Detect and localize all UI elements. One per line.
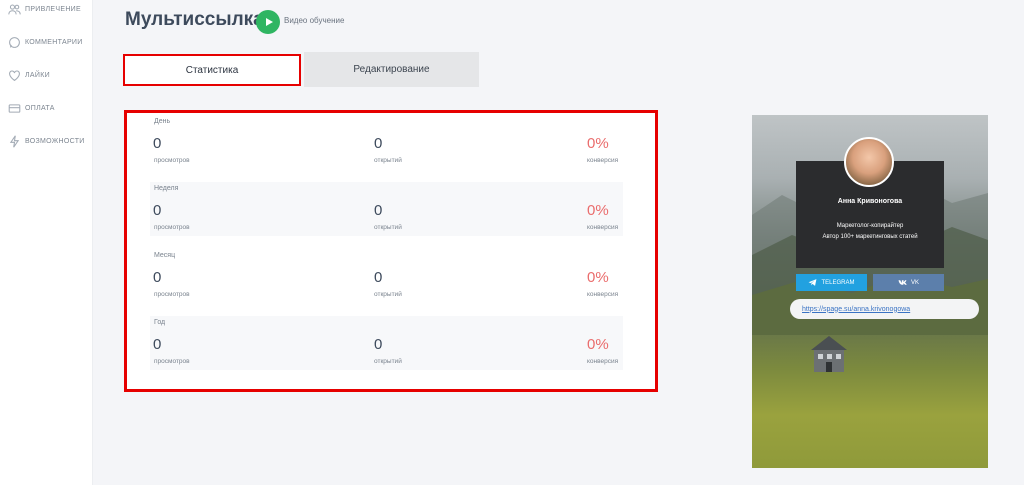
sidebar-item-attraction[interactable]: ПРИВЛЕЧЕНИЕ <box>7 1 81 17</box>
lightning-icon <box>7 134 21 148</box>
period-label: День <box>154 118 171 125</box>
sidebar-item-likes[interactable]: ЛАЙКИ <box>7 67 50 83</box>
views-label: просмотров <box>154 358 190 365</box>
opens-count: 0 <box>374 135 383 152</box>
opens-label: открытий <box>374 224 402 231</box>
views-label: просмотров <box>154 224 190 231</box>
tab-statistics[interactable]: Статистика <box>123 54 301 86</box>
opens-count: 0 <box>374 269 383 286</box>
opens-label: открытий <box>374 157 402 164</box>
profile-description: Автор 100+ маркетинговых статей <box>822 234 918 240</box>
stats-row-year: Год 0 просмотров 0 открытий 0% конверсия <box>150 316 623 370</box>
opens-count: 0 <box>374 202 383 219</box>
opens-label: открытий <box>374 358 402 365</box>
period-label: Неделя <box>154 185 179 192</box>
sidebar-item-label: КОММЕНТАРИИ <box>25 38 83 46</box>
profile-link[interactable]: https://spage.su/anna.krivonogowa <box>790 299 979 319</box>
play-icon <box>265 18 273 26</box>
sidebar-item-label: ОПЛАТА <box>25 104 55 112</box>
tab-editing[interactable]: Редактирование <box>304 52 479 87</box>
telegram-label: TELEGRAM <box>821 279 855 286</box>
views-count: 0 <box>153 269 162 286</box>
vk-label: VK <box>910 279 919 286</box>
views-count: 0 <box>153 202 162 219</box>
conversion-label: конверсия <box>587 358 619 365</box>
telegram-button[interactable]: TELEGRAM <box>796 274 867 291</box>
video-play-button[interactable] <box>256 10 280 34</box>
profile-name: Анна Кривоногова <box>837 198 903 205</box>
sidebar: ПРИВЛЕЧЕНИЕ КОММЕНТАРИИ ЛАЙКИ ОПЛАТА ВОЗ… <box>0 0 93 485</box>
conversion-value: 0% <box>587 269 609 286</box>
stats-row-month: Месяц 0 просмотров 0 открытий 0% конверс… <box>150 249 623 303</box>
page-title: Мультиссылка <box>125 9 264 30</box>
period-label: Год <box>154 319 166 326</box>
conversion-value: 0% <box>587 336 609 353</box>
heart-icon <box>7 68 21 82</box>
sidebar-item-features[interactable]: ВОЗМОЖНОСТИ <box>7 133 85 149</box>
vk-icon <box>898 280 907 285</box>
sidebar-item-payment[interactable]: ОПЛАТА <box>7 100 55 116</box>
conversion-value: 0% <box>587 202 609 219</box>
views-label: просмотров <box>154 291 190 298</box>
conversion-label: конверсия <box>587 291 619 298</box>
sidebar-item-label: ВОЗМОЖНОСТИ <box>25 137 85 145</box>
telegram-icon <box>809 279 817 286</box>
stats-row-day: День 0 просмотров 0 открытий 0% конверси… <box>150 115 623 169</box>
stats-row-week: Неделя 0 просмотров 0 открытий 0% конвер… <box>150 182 623 236</box>
multilink-preview: Анна Кривоногова Маркетолог-копирайтер А… <box>752 115 988 468</box>
sidebar-item-label: ПРИВЛЕЧЕНИЕ <box>25 5 81 13</box>
profile-role: Маркетолог-копирайтер <box>836 223 904 229</box>
period-label: Месяц <box>154 252 176 259</box>
whatsapp-icon <box>7 35 21 49</box>
sidebar-item-comments[interactable]: КОММЕНТАРИИ <box>7 34 83 50</box>
opens-count: 0 <box>374 336 383 353</box>
conversion-label: конверсия <box>587 224 619 231</box>
main-content: Мультиссылка Видео обучение Статистика Р… <box>93 0 1024 485</box>
sidebar-item-label: ЛАЙКИ <box>25 71 50 79</box>
credit-card-icon <box>7 101 21 115</box>
vk-button[interactable]: VK <box>873 274 944 291</box>
opens-label: открытий <box>374 291 402 298</box>
views-label: просмотров <box>154 157 190 164</box>
conversion-label: конверсия <box>587 157 619 164</box>
conversion-value: 0% <box>587 135 609 152</box>
house-image <box>811 336 847 372</box>
views-count: 0 <box>153 336 162 353</box>
users-icon <box>7 2 21 16</box>
avatar <box>844 137 894 187</box>
views-count: 0 <box>153 135 162 152</box>
video-tutorial-link[interactable]: Видео обучение <box>284 16 344 25</box>
